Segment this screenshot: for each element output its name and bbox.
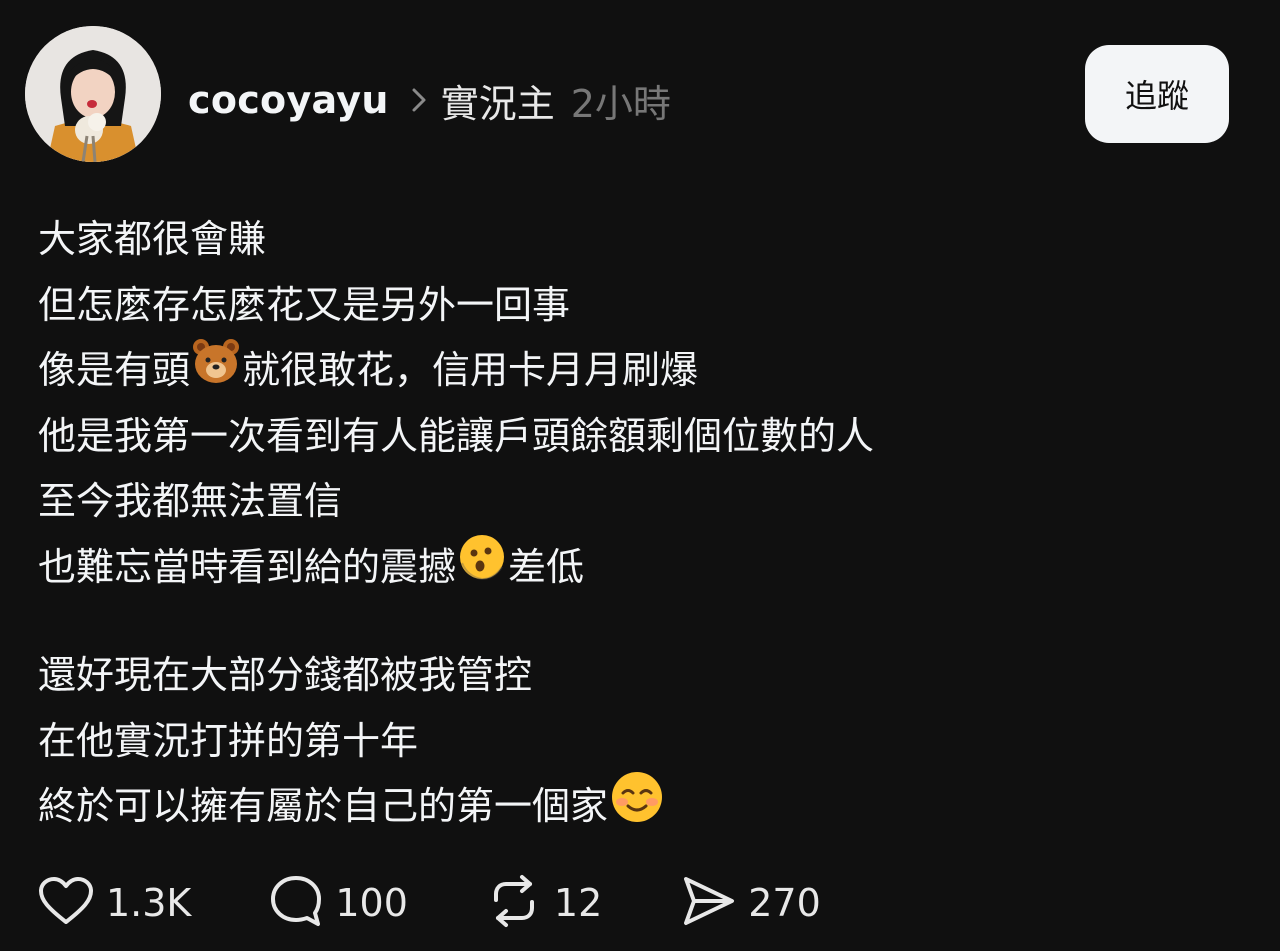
post-header: cocoyayu 實況主 2小時 — [188, 72, 671, 128]
post-line: 也難忘當時看到給的震撼 差低 — [38, 535, 1238, 601]
comment-count: 100 — [335, 881, 408, 925]
comment-button[interactable]: 100 — [269, 874, 408, 932]
repost-button[interactable]: 12 — [486, 874, 602, 932]
comment-bubble-icon — [269, 874, 323, 932]
post-text: 終於可以擁有屬於自己的第一個家 — [38, 784, 609, 828]
post-body: 大家都很會賺 但怎麼存怎麼花又是另外一回事 像是有頭 就很敢花，信用卡月月刷爆 … — [38, 207, 1238, 840]
follow-button[interactable]: 追蹤 — [1085, 45, 1229, 143]
like-count: 1.3K — [106, 881, 192, 925]
author-username[interactable]: cocoyayu — [188, 78, 389, 122]
post-line: 在他實況打拼的第十年 — [38, 718, 419, 763]
like-button[interactable]: 1.3K — [38, 876, 191, 930]
post-line: 至今我都無法置信 — [38, 479, 343, 523]
post-line: 大家都很會賺 — [38, 217, 267, 261]
post-line: 但怎麼存怎麼花又是另外一回事 — [38, 282, 571, 327]
heart-icon — [38, 876, 94, 930]
post-line: 他是我第一次看到有人能讓戶頭餘額剩個位數的人 — [38, 413, 875, 458]
post-text: 就很敢花，信用卡月月刷爆 — [242, 348, 699, 392]
post-text: 差低 — [508, 544, 585, 589]
post-timestamp: 2小時 — [570, 81, 671, 126]
action-bar: 1.3K 100 12 270 — [38, 872, 821, 934]
post-line: 還好現在大部分錢都被我管控 — [38, 653, 533, 697]
smiling-face-emoji-icon — [610, 770, 664, 845]
topic-tag[interactable]: 實況主 — [441, 73, 555, 128]
send-icon — [680, 875, 736, 931]
avatar[interactable] — [25, 26, 161, 162]
repost-count: 12 — [553, 881, 603, 925]
post-line: 終於可以擁有屬於自己的第一個家 — [38, 771, 1238, 840]
hushed-face-emoji-icon — [458, 533, 506, 602]
post-line: 像是有頭 就很敢花，信用卡月月刷爆 — [38, 338, 1238, 404]
bear-face-emoji-icon — [192, 338, 240, 405]
repost-icon — [486, 874, 542, 932]
share-count: 270 — [748, 881, 821, 925]
post-text: 也難忘當時看到給的震撼 — [38, 544, 457, 589]
post-text: 像是有頭 — [38, 348, 191, 392]
share-button[interactable]: 270 — [680, 875, 821, 931]
chevron-right-icon — [411, 87, 427, 113]
